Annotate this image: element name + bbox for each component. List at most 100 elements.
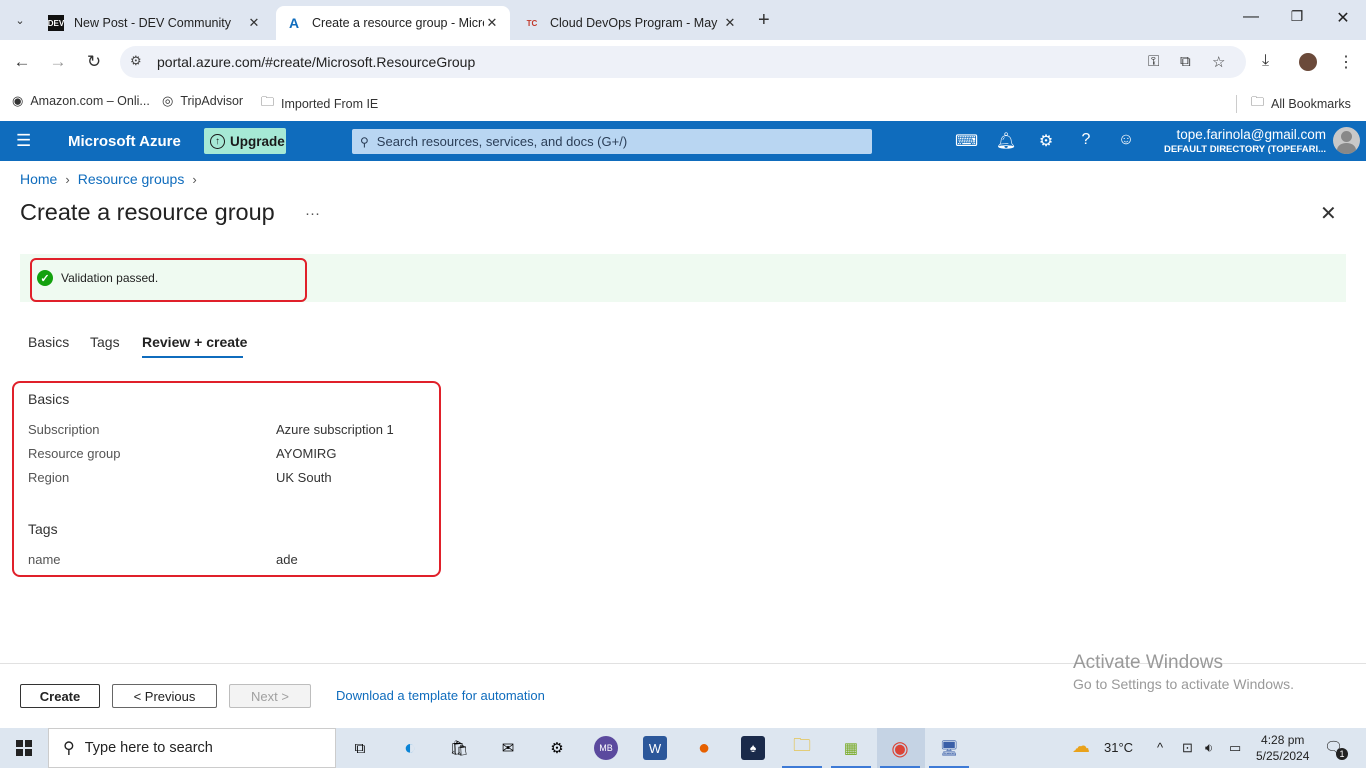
previous-button[interactable]: < Previous [112,684,217,708]
download-template-link[interactable]: Download a template for automation [336,688,545,703]
edge-icon[interactable]: ◐ [398,736,422,760]
search-placeholder: Search resources, services, and docs (G+… [376,134,628,149]
notification-badge: 1 [1336,748,1348,760]
bookmark-label: All Bookmarks [1271,97,1351,111]
new-tab-icon[interactable]: + [758,10,770,30]
tab-tags[interactable]: Tags [90,334,120,350]
breadcrumb-home[interactable]: Home [20,171,57,187]
bookmark-label: Imported From IE [281,97,379,111]
omnibox[interactable]: ⚙ portal.azure.com/#create/Microsoft.Res… [120,46,1246,78]
settings-gear-icon[interactable]: ⚙ [1035,131,1057,151]
profile-avatar[interactable] [1299,53,1317,71]
azure-search-input[interactable]: ⚲ Search resources, services, and docs (… [352,129,872,154]
upgrade-button[interactable]: ↑ Upgrade [204,128,286,154]
bookmark-amazon[interactable]: ◉ Amazon.com – Onli... [12,93,150,109]
task-view-icon[interactable]: ⧉ [348,736,372,760]
close-icon[interactable]: ✕ [1320,201,1337,226]
search-icon: ⚲ [63,740,75,757]
bookmark-star-icon[interactable]: ☆ [1212,53,1225,71]
bookmark-imported-from-ie[interactable]: 🗀 Imported From IE [261,93,378,115]
chrome-menu-icon[interactable]: ⋮ [1338,52,1354,72]
mail-icon[interactable]: ✉ [496,736,520,760]
feedback-icon[interactable]: ☺ [1115,131,1137,149]
resource-group-label: Resource group [28,446,121,461]
settings-icon[interactable]: ⚙ [545,736,569,760]
temperature[interactable]: 31°C [1104,740,1133,755]
arrow-up-icon: ↑ [210,133,225,149]
azure-brand[interactable]: Microsoft Azure [68,133,181,150]
remote-desktop-icon[interactable]: 🖥︎ [929,736,969,768]
browser-tab-strip: ⌄ DEV New Post - DEV Community ✕ A Creat… [0,0,1366,40]
tab-review-create[interactable]: Review + create [142,334,247,350]
store-icon[interactable]: 🛍︎ [447,736,471,760]
firefox-icon[interactable]: ● [692,736,716,760]
word-icon[interactable]: W [643,736,667,760]
region-label: Region [28,470,70,485]
battery-icon[interactable]: ▭ [1229,740,1241,756]
azure-favicon-icon: A [288,15,300,31]
back-icon[interactable]: ← [11,52,33,72]
site-info-icon[interactable]: ⚙ [130,53,142,69]
account-info[interactable]: tope.farinola@gmail.com DEFAULT DIRECTOR… [1164,127,1326,155]
password-key-icon[interactable]: ⚿ [1148,53,1159,70]
close-tab-icon[interactable]: ✕ [722,15,738,31]
close-window-icon[interactable]: ✕ [1320,8,1366,28]
weather-icon[interactable]: ☁ [1072,736,1090,757]
cloud-shell-icon[interactable]: ⌨ [955,131,978,151]
review-highlight [12,381,441,577]
restore-icon[interactable]: ❐ [1274,8,1320,25]
solitaire-icon[interactable]: ♠ [741,736,765,760]
url-text[interactable]: portal.azure.com/#create/Microsoft.Resou… [157,54,475,70]
bookmark-label: TripAdvisor [180,94,244,108]
divider [1236,95,1237,113]
reload-icon[interactable]: ↻ [83,52,105,72]
account-directory: DEFAULT DIRECTORY (TOPEFARI... [1163,144,1326,155]
chrome-icon[interactable]: ◉ [880,736,920,768]
show-hidden-icons-icon[interactable]: ^ [1157,740,1163,755]
tab-azure-create-resource-group[interactable]: A Create a resource group - Micro ✕ [276,6,510,40]
bookmark-tripadvisor[interactable]: ◎ TripAdvisor [162,93,243,109]
search-icon: ⚲ [360,134,369,149]
install-app-icon[interactable]: ⧉ [1180,53,1191,70]
tab-search-icon[interactable]: ⌄ [8,8,32,32]
taskbar-search-input[interactable]: ⚲ Type here to search [48,728,336,768]
tab-basics[interactable]: Basics [28,334,69,350]
clock[interactable]: 4:28 pm 5/25/2024 [1256,732,1309,764]
watermark-subtitle: Go to Settings to activate Windows. [1073,676,1294,692]
minimize-icon[interactable]: — [1228,8,1274,26]
date: 5/25/2024 [1256,749,1310,763]
hamburger-menu-icon[interactable]: ☰ [16,131,31,151]
breadcrumb: Home › Resource groups › [20,171,205,187]
tab-label: Cloud DevOps Program - May [550,16,718,30]
subscription-label: Subscription [28,422,100,437]
close-tab-icon[interactable]: ✕ [246,15,262,31]
all-bookmarks[interactable]: 🗀 All Bookmarks [1236,93,1351,115]
bookmarks-bar: ◉ Amazon.com – Onli... ◎ TripAdvisor 🗀 I… [0,84,1366,121]
active-tab-underline [142,356,243,358]
notifications-bell-icon[interactable]: 🔔︎ [995,131,1017,151]
create-button[interactable]: Create [20,684,100,708]
help-icon[interactable]: ? [1075,131,1097,149]
meet-now-icon[interactable]: ⊡ [1182,740,1193,756]
malwarebytes-icon[interactable]: MB [594,736,618,760]
taskbar-search-placeholder: Type here to search [84,740,213,756]
subscription-value: Azure subscription 1 [276,422,394,437]
file-explorer-icon[interactable]: 🗀 [782,735,822,768]
account-email: tope.farinola@gmail.com [1176,127,1326,142]
folder-icon: 🗀 [1251,94,1265,109]
azure-header: ☰ Microsoft Azure ↑ Upgrade ⚲ Search res… [0,121,1366,161]
next-button[interactable]: Next > [229,684,311,708]
breadcrumb-resource-groups[interactable]: Resource groups [78,171,185,187]
more-options-icon[interactable]: ··· [305,205,320,222]
winrar-icon[interactable]: ▦ [831,736,871,768]
windows-start-icon[interactable] [16,740,32,756]
avatar[interactable] [1333,127,1360,154]
activate-windows-watermark: Activate Windows Go to Settings to activ… [1073,652,1294,692]
tab-cloud-devops[interactable]: TC Cloud DevOps Program - May ✕ [514,6,748,40]
volume-icon[interactable]: 🔉︎ [1205,740,1213,756]
close-tab-icon[interactable]: ✕ [484,15,500,31]
tab-dev-community[interactable]: DEV New Post - DEV Community ✕ [38,6,272,40]
downloads-icon[interactable]: ⤓ [1262,52,1269,70]
page-title: Create a resource group [20,199,275,225]
forward-icon[interactable]: → [47,52,69,72]
